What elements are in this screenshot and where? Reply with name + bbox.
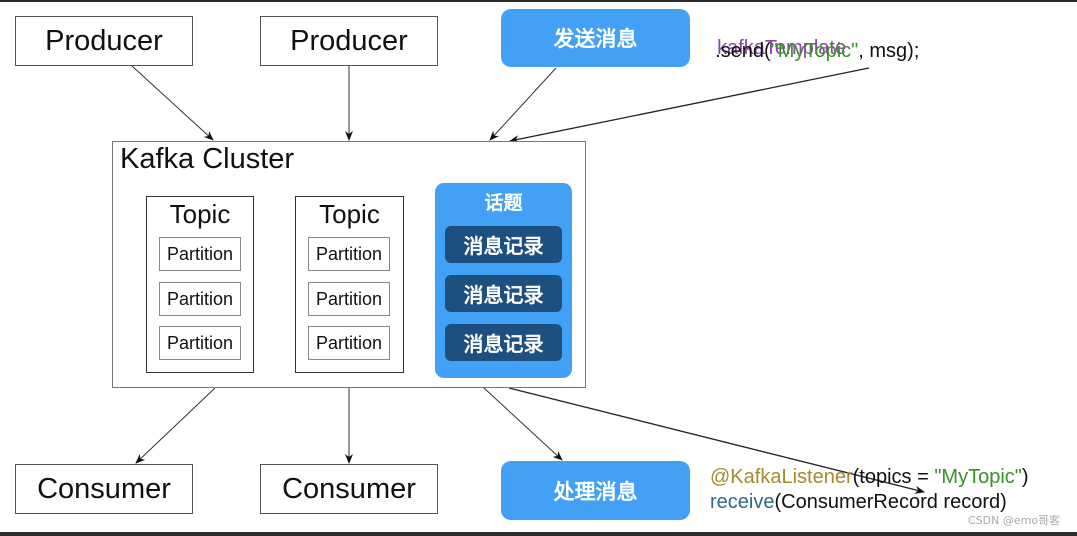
message-record: 消息记录 bbox=[445, 324, 562, 361]
arrow-cluster-to-consumer1 bbox=[135, 387, 216, 464]
producer-box-1: Producer bbox=[15, 16, 193, 66]
producer-box-2: Producer bbox=[260, 16, 438, 66]
send-message-label: 发送消息 bbox=[553, 27, 638, 51]
top-border bbox=[0, 0, 1077, 2]
consumer-label: Consumer bbox=[37, 472, 171, 505]
highlighted-topic: 话题 消息记录 消息记录 消息记录 bbox=[435, 183, 572, 378]
cluster-title: Kafka Cluster bbox=[120, 143, 295, 175]
partition: Partition bbox=[159, 326, 241, 360]
code-send-topic: "MyTopic" bbox=[770, 40, 859, 62]
producer-label: Producer bbox=[290, 24, 408, 57]
topic-box-1: Topic Partition Partition Partition bbox=[146, 196, 254, 373]
highlighted-topic-title: 话题 bbox=[484, 192, 523, 214]
code-kafka-listener: @KafkaListener bbox=[710, 466, 853, 488]
code-listener-close: ) bbox=[1021, 466, 1029, 488]
partition: Partition bbox=[159, 237, 241, 271]
watermark: CSDN @emo哥客 bbox=[968, 514, 1061, 527]
code-send-suffix: , msg); bbox=[858, 40, 920, 62]
consumer-box-1: Consumer bbox=[15, 464, 193, 514]
message-record: 消息记录 bbox=[445, 275, 562, 312]
topic-box-2: Topic Partition Partition Partition bbox=[295, 196, 404, 373]
process-message-node: 处理消息 bbox=[501, 461, 690, 520]
code-receive-args: (ConsumerRecord record) bbox=[774, 491, 1007, 513]
message-record: 消息记录 bbox=[445, 226, 562, 263]
send-message-node: 发送消息 bbox=[501, 9, 690, 67]
receive-code-line-2: receive(ConsumerRecord record) bbox=[710, 491, 1007, 514]
code-send-prefix: .send( bbox=[704, 40, 771, 62]
partition: Partition bbox=[308, 237, 390, 271]
producer-label: Producer bbox=[45, 24, 163, 57]
partition: Partition bbox=[308, 282, 390, 316]
partition: Partition bbox=[159, 282, 241, 316]
bottom-border bbox=[0, 532, 1077, 536]
code-listener-topic: "MyTopic" bbox=[934, 466, 1022, 488]
partition: Partition bbox=[308, 326, 390, 360]
arrow-send-to-cluster bbox=[489, 67, 557, 141]
consumer-label: Consumer bbox=[282, 472, 416, 505]
topic-title: Topic bbox=[169, 199, 231, 229]
process-message-label: 处理消息 bbox=[553, 479, 638, 504]
arrow-producer1-to-cluster bbox=[131, 65, 214, 141]
receive-code-line-1: @KafkaListener(topics = "MyTopic") bbox=[710, 466, 1029, 489]
arrow-cluster-to-receive bbox=[483, 387, 563, 461]
code-listener-open: (topics = bbox=[852, 466, 935, 488]
topic-title: Topic bbox=[319, 199, 380, 229]
code-receive-method: receive bbox=[710, 491, 775, 513]
consumer-box-2: Consumer bbox=[260, 464, 438, 514]
send-code-line-2: .send("MyTopic", msg); bbox=[704, 40, 919, 63]
arrow-sendcode-to-cluster bbox=[509, 67, 870, 144]
